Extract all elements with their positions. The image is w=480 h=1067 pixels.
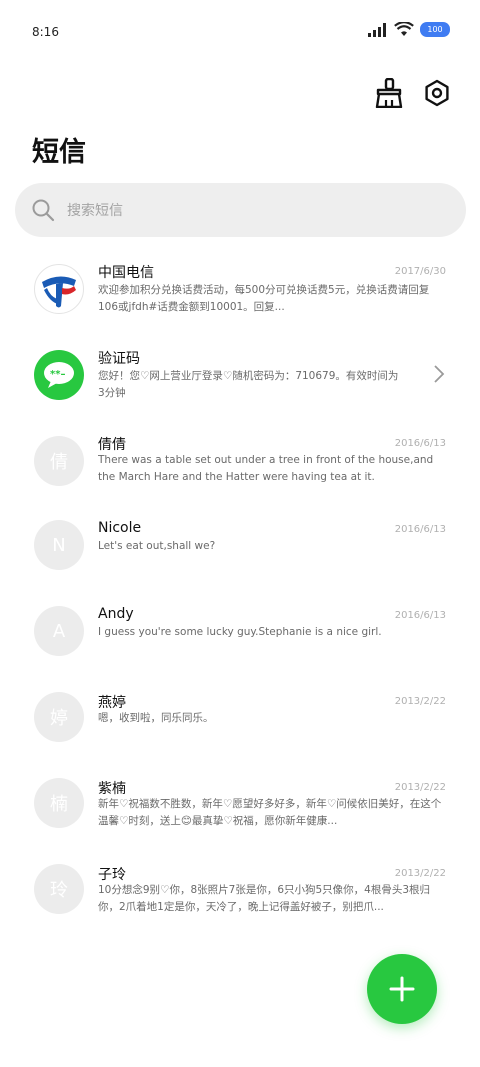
- signal-icon: [368, 22, 386, 37]
- conversation-preview: 嗯，收到啦，同乐同乐。: [98, 712, 214, 724]
- conversation-date: 2017/6/30: [394, 266, 446, 277]
- avatar: 婷: [34, 692, 84, 742]
- status-bar: 8:16 100: [0, 0, 480, 66]
- conversation-name: 验证码: [98, 351, 140, 367]
- search-icon: [32, 199, 55, 222]
- conversation-item[interactable]: 中国电信 2017/6/30 欢迎参加积分兑换话费活动，每500分可兑换话费5元…: [0, 258, 480, 344]
- avatar: 倩: [34, 436, 84, 486]
- conversation-preview: I guess you're some lucky guy.Stephanie …: [98, 626, 382, 638]
- conversation-preview: 您好！您♡网上营业厅登录♡随机密码为：710679。有效时间为3分钟: [98, 370, 399, 399]
- conversation-item[interactable]: 玲 子玲 2013/2/22 10分想念9别♡你，8张照片7张是你，6只小狗5只…: [0, 860, 480, 946]
- chevron-right-icon: [434, 365, 445, 383]
- conversation-preview: There was a table set out under a tree i…: [98, 454, 434, 483]
- avatar: 玲: [34, 864, 84, 914]
- conversation-preview: Let's eat out,shall we?: [98, 540, 216, 552]
- conversation-name: 倩倩: [98, 437, 126, 453]
- status-time: 8:16: [32, 25, 59, 39]
- wifi-icon: [394, 22, 414, 36]
- conversation-name: 紫楠: [98, 781, 126, 797]
- conversation-item[interactable]: N Nicole 2016/6/13 Let's eat out,shall w…: [0, 516, 480, 602]
- conversation-item[interactable]: A Andy 2016/6/13 I guess you're some luc…: [0, 602, 480, 688]
- new-message-button[interactable]: [367, 954, 437, 1024]
- battery-indicator: 100: [420, 22, 450, 37]
- avatar: A: [34, 606, 84, 656]
- conversation-name: 燕婷: [98, 695, 126, 711]
- conversation-name: Nicole: [98, 520, 142, 536]
- conversation-name: 子玲: [98, 867, 126, 883]
- conversation-item[interactable]: 婷 燕婷 2013/2/22 嗯，收到啦，同乐同乐。: [0, 688, 480, 774]
- conversation-date: 2013/2/22: [394, 868, 446, 879]
- avatar: 楠: [34, 778, 84, 828]
- conversation-preview: 新年♡祝福数不胜数，新年♡愿望好多好多，新年♡问候依旧美好，在这个温馨♡时刻，送…: [98, 798, 442, 827]
- conversation-date: 2016/6/13: [394, 610, 446, 621]
- svg-text:**–: **–: [50, 369, 65, 380]
- broom-icon[interactable]: [372, 76, 406, 110]
- avatar: N: [34, 520, 84, 570]
- page-title: 短信: [32, 137, 86, 168]
- conversation-item[interactable]: 楠 紫楠 2013/2/22 新年♡祝福数不胜数，新年♡愿望好多好多，新年♡问候…: [0, 774, 480, 860]
- settings-icon[interactable]: [420, 76, 454, 110]
- conversation-preview: 10分想念9别♡你，8张照片7张是你，6只小狗5只像你，4根骨头3根归你，2爪着…: [98, 884, 431, 913]
- conversation-date: 2016/6/13: [394, 438, 446, 449]
- toolbar: [372, 76, 454, 110]
- plus-icon: [389, 976, 415, 1002]
- conversation-name: 中国电信: [98, 265, 154, 281]
- china-telecom-logo: [34, 264, 84, 314]
- conversation-preview: 欢迎参加积分兑换话费活动，每500分可兑换话费5元，兑换话费请回复106或jfd…: [98, 284, 430, 313]
- conversation-item[interactable]: **– 验证码 您好！您♡网上营业厅登录♡随机密码为：710679。有效时间为3…: [0, 344, 480, 430]
- conversation-item[interactable]: 倩 倩倩 2016/6/13 There was a table set out…: [0, 430, 480, 516]
- conversation-name: Andy: [98, 606, 134, 622]
- conversation-date: 2013/2/22: [394, 696, 446, 707]
- search-placeholder: 搜索短信: [67, 203, 123, 219]
- status-icons: 100: [368, 22, 450, 37]
- message-bubble-icon: **–: [34, 350, 84, 400]
- search-input[interactable]: 搜索短信: [15, 183, 466, 237]
- conversation-date: 2016/6/13: [394, 524, 446, 535]
- conversation-date: 2013/2/22: [394, 782, 446, 793]
